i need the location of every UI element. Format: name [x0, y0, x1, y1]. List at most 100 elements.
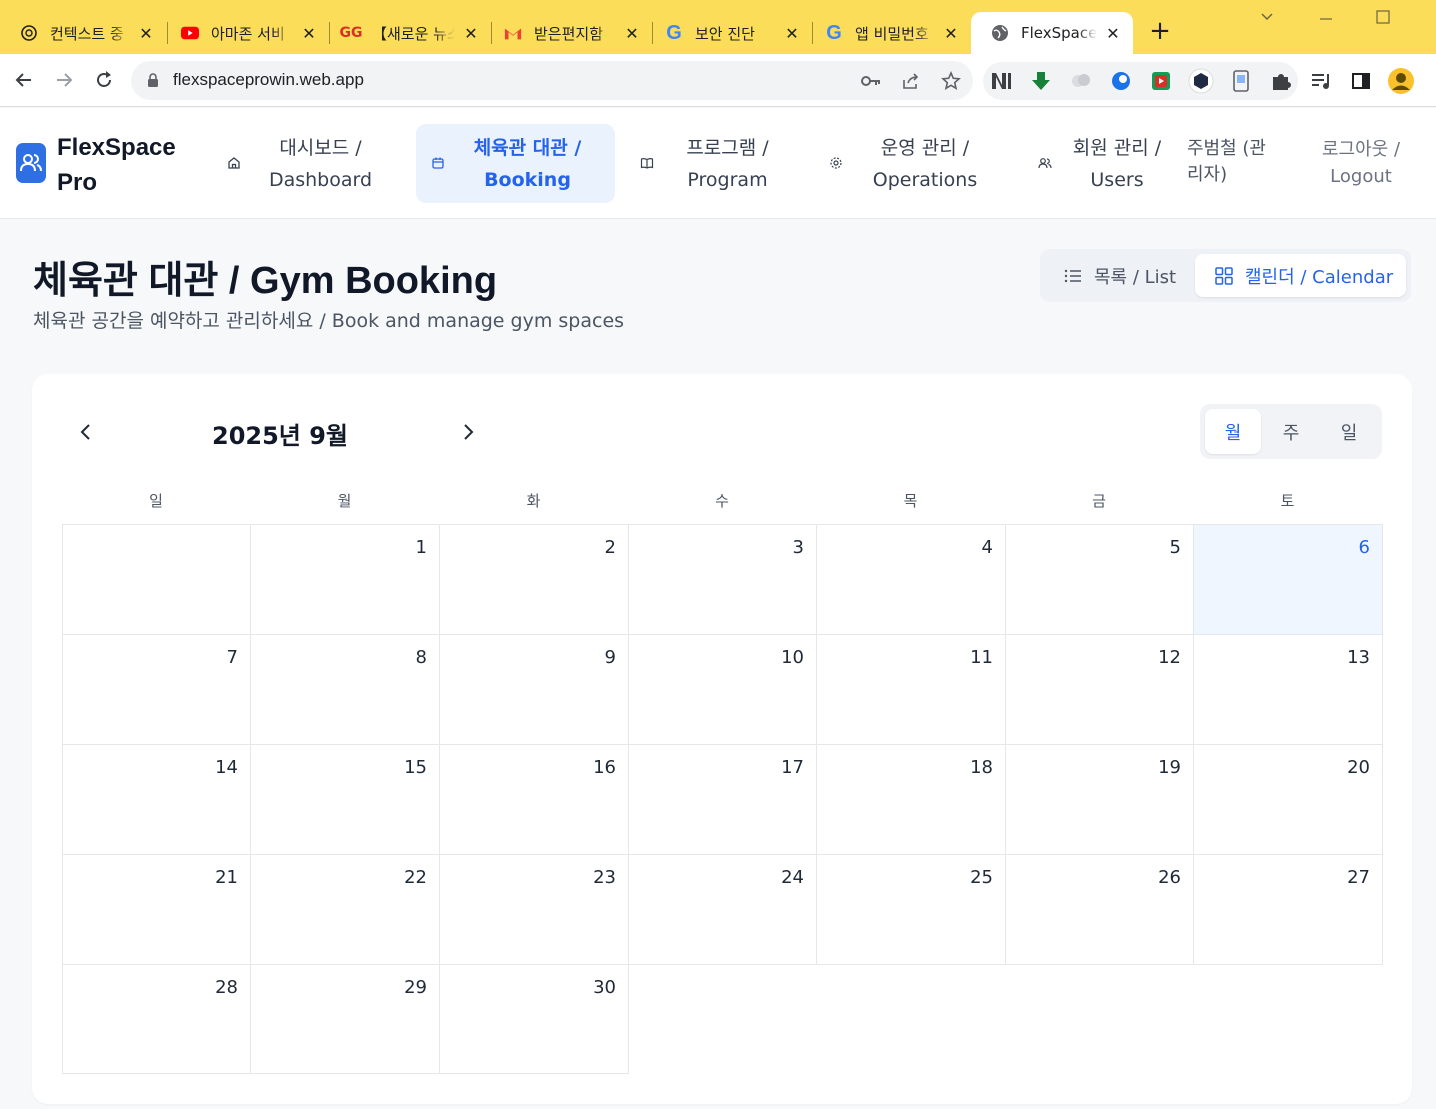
day-number: 18 [970, 757, 993, 778]
day-number: 27 [1347, 867, 1370, 888]
user-name-line-2: 리자) [1187, 164, 1228, 185]
extension-n-icon[interactable] [987, 67, 1015, 95]
extension-hex-icon[interactable] [1187, 67, 1215, 95]
nav-users[interactable]: 회원 관리 / Users [1030, 124, 1180, 203]
close-icon[interactable]: ✕ [1103, 23, 1123, 43]
extension-blue-icon[interactable] [1107, 67, 1135, 95]
forward-icon[interactable] [51, 67, 77, 93]
minimize-button[interactable] [1318, 8, 1334, 28]
grid-icon [1215, 266, 1233, 285]
share-icon[interactable] [900, 70, 922, 92]
day-number: 2 [604, 537, 616, 558]
lock-icon[interactable] [147, 72, 159, 92]
google-icon: G [826, 21, 842, 44]
youtube-icon [181, 24, 199, 42]
calendar-view-button[interactable]: 캘린더 / Calendar [1195, 254, 1406, 297]
current-user-name: 주범철 (관 리자) [1187, 136, 1287, 188]
browser-tab[interactable]: G 앱 비밀번호 ✕ [805, 12, 971, 54]
browser-tab[interactable]: 컨텍스트 중 ✕ [0, 12, 166, 54]
month-mode-button[interactable]: 월 [1205, 409, 1261, 454]
day-number: 28 [215, 977, 238, 998]
extension-doc-icon[interactable] [1227, 67, 1255, 95]
nav-program[interactable]: 프로그램 / Program [630, 124, 810, 203]
tab-title: 아마존 서비 [211, 24, 285, 43]
tab-title: 보안 진단 [695, 24, 755, 43]
bookmark-star-icon[interactable] [940, 70, 962, 92]
tab-search-icon[interactable] [1259, 8, 1275, 28]
day-number: 14 [215, 757, 238, 778]
day-mode-button[interactable]: 일 [1321, 409, 1377, 454]
home-icon [226, 155, 242, 171]
address-bar[interactable]: flexspaceprowin.web.app [131, 61, 973, 100]
close-icon[interactable]: ✕ [461, 23, 481, 43]
list-view-button[interactable]: 목록 / List [1064, 254, 1176, 297]
nav-booking[interactable]: 체육관 대관 / Booking [416, 124, 615, 203]
list-icon [1064, 269, 1082, 283]
day-number: 30 [593, 977, 616, 998]
nav-label: 체육관 대관 / Booking [460, 132, 595, 196]
day-number: 12 [1158, 647, 1181, 668]
logout-button[interactable]: 로그아웃 / Logout [1312, 136, 1410, 190]
close-icon[interactable]: ✕ [299, 23, 319, 43]
user-name-line-1: 주범철 (관 [1187, 138, 1266, 159]
day-number: 29 [404, 977, 427, 998]
url-text[interactable]: flexspaceprowin.web.app [173, 70, 364, 90]
calendar-icon [430, 155, 446, 171]
nav-dashboard[interactable]: 대시보드 / Dashboard [218, 124, 406, 203]
openai-icon [20, 24, 38, 42]
grid-line [1382, 634, 1383, 744]
day-number: 19 [1158, 757, 1181, 778]
calendar-mode-toggle: 월 주 일 [1200, 404, 1382, 459]
weekday-header: 금 [1092, 492, 1106, 510]
prev-month-button[interactable] [73, 420, 97, 444]
browser-tab[interactable]: GG 【새로운 뉴스 ✕ [322, 12, 491, 54]
grid-line [62, 524, 63, 634]
close-icon[interactable]: ✕ [136, 23, 156, 43]
weekday-header: 수 [715, 492, 729, 510]
maximize-button[interactable] [1375, 8, 1391, 28]
tab-title: FlexSpace Pro [1021, 24, 1097, 42]
page-subtitle: 체육관 공간을 예약하고 관리하세요 / Book and manage gym… [33, 310, 625, 332]
view-toggle: 목록 / List 캘린더 / Calendar [1040, 249, 1411, 302]
close-icon[interactable]: ✕ [622, 23, 642, 43]
download-icon[interactable] [1027, 67, 1055, 95]
new-tab-button[interactable]: + [1146, 18, 1174, 46]
browser-tab[interactable]: 받은편지함 ✕ [484, 12, 652, 54]
browser-toolbar: flexspaceprowin.web.app [0, 54, 1436, 107]
key-icon[interactable] [860, 70, 882, 92]
tab-title: 받은편지함 [534, 24, 604, 43]
media-control-icon[interactable] [1307, 67, 1335, 95]
nav-operations[interactable]: 운영 관리 / Operations [820, 124, 1000, 203]
users-icon [1037, 155, 1053, 171]
close-icon[interactable]: ✕ [782, 23, 802, 43]
nav-label-ko: 회원 관리 / [1072, 137, 1162, 159]
extensions-puzzle-icon[interactable] [1267, 67, 1295, 95]
day-number: 6 [1358, 537, 1370, 558]
weekday-header: 화 [526, 492, 541, 510]
week-mode-button[interactable]: 주 [1263, 409, 1319, 454]
back-icon[interactable] [11, 67, 37, 93]
grid-line [1382, 524, 1383, 634]
day-number: 26 [1158, 867, 1181, 888]
profile-avatar-icon[interactable] [1387, 67, 1415, 95]
next-month-button[interactable] [457, 420, 481, 444]
day-number: 16 [593, 757, 616, 778]
side-panel-icon[interactable] [1347, 67, 1375, 95]
day-number: 3 [792, 537, 804, 558]
reload-icon[interactable] [91, 67, 117, 93]
brand-name[interactable]: FlexSpace Pro [57, 130, 176, 200]
weekday-header: 목 [903, 492, 918, 510]
close-icon[interactable]: ✕ [941, 23, 961, 43]
extension-cloud-icon[interactable] [1067, 67, 1095, 95]
tab-title: 【새로운 뉴스 [372, 24, 455, 43]
extension-play-icon[interactable] [1147, 67, 1175, 95]
browser-tab-active[interactable]: FlexSpace Pro ✕ [971, 12, 1133, 54]
browser-tab[interactable]: G 보안 진단 ✕ [645, 12, 812, 54]
nav-label-ko: 대시보드 / [279, 137, 362, 159]
browser-tab[interactable]: 아마존 서비 ✕ [161, 12, 329, 54]
nav-label: 회원 관리 / Users [1062, 132, 1172, 196]
weekday-header: 일 [149, 492, 163, 510]
nav-label-en: Users [1090, 169, 1144, 191]
logo-users-icon[interactable] [16, 143, 46, 183]
day-number: 23 [593, 867, 616, 888]
